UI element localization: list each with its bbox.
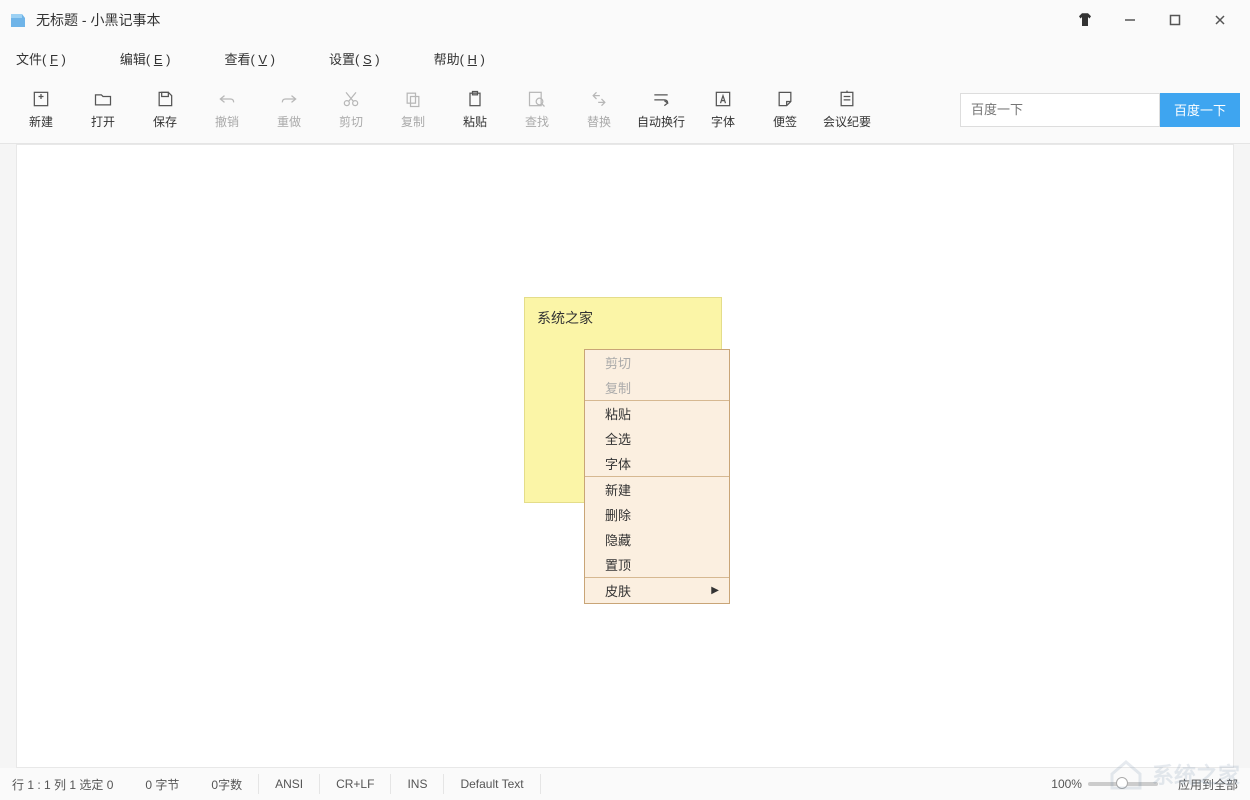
- meeting-button[interactable]: 会议纪要: [816, 81, 878, 139]
- context-menu: 剪切 复制 粘贴 全选 字体 新建 删除 隐藏 置顶 皮肤▶: [584, 349, 730, 604]
- ctx-copy: 复制: [585, 375, 729, 400]
- cut-label: 剪切: [339, 113, 363, 130]
- ctx-delete[interactable]: 删除: [585, 502, 729, 527]
- paste-label: 粘贴: [463, 113, 487, 130]
- minimize-button[interactable]: [1107, 0, 1152, 40]
- ctx-new[interactable]: 新建: [585, 477, 729, 502]
- ctx-pin[interactable]: 置顶: [585, 552, 729, 577]
- status-zoom: 100%: [1051, 777, 1082, 791]
- sticky-label: 便签: [773, 113, 797, 130]
- ctx-hide[interactable]: 隐藏: [585, 527, 729, 552]
- window-title: 无标题 - 小黑记事本: [36, 10, 160, 30]
- search-button[interactable]: 百度一下: [1160, 93, 1240, 127]
- menu-view[interactable]: 查看( V ): [216, 45, 283, 72]
- titlebar: 无标题 - 小黑记事本: [0, 0, 1250, 40]
- status-words: 0字数: [195, 774, 259, 794]
- save-button[interactable]: 保存: [134, 81, 196, 139]
- ctx-cut: 剪切: [585, 350, 729, 375]
- ctx-paste[interactable]: 粘贴: [585, 401, 729, 426]
- sticky-note-text: 系统之家: [525, 298, 721, 328]
- cut-button[interactable]: 剪切: [320, 81, 382, 139]
- app-icon: [8, 10, 28, 30]
- replace-button[interactable]: 替换: [568, 81, 630, 139]
- apply-all-button[interactable]: 应用到全部: [1178, 776, 1238, 793]
- status-bytes: 0 字节: [129, 774, 195, 794]
- chevron-right-icon: ▶: [711, 585, 719, 596]
- save-label: 保存: [153, 113, 177, 130]
- sticky-button[interactable]: 便签: [754, 81, 816, 139]
- menu-help[interactable]: 帮助( H ): [426, 45, 493, 72]
- meeting-label: 会议纪要: [823, 113, 871, 130]
- zoom-thumb[interactable]: [1116, 777, 1128, 789]
- menu-file[interactable]: 文件( F ): [8, 45, 74, 72]
- font-button[interactable]: 字体: [692, 81, 754, 139]
- copy-button[interactable]: 复制: [382, 81, 444, 139]
- search-input[interactable]: [960, 93, 1160, 127]
- menubar: 文件( F ) 编辑( E ) 查看( V ) 设置( S ) 帮助( H ): [0, 40, 1250, 76]
- toolbar: 新建 打开 保存 撤销 重做 剪切 复制 粘贴 查找 替换 自动换行: [0, 76, 1250, 144]
- ctx-skin[interactable]: 皮肤▶: [585, 578, 729, 603]
- copy-label: 复制: [401, 113, 425, 130]
- new-label: 新建: [29, 113, 53, 130]
- font-label: 字体: [711, 113, 735, 130]
- menu-edit[interactable]: 编辑( E ): [112, 45, 179, 72]
- menu-settings[interactable]: 设置( S ): [321, 45, 388, 72]
- status-mode[interactable]: INS: [391, 774, 444, 794]
- ctx-font[interactable]: 字体: [585, 451, 729, 476]
- find-button[interactable]: 查找: [506, 81, 568, 139]
- redo-label: 重做: [277, 113, 301, 130]
- status-eol[interactable]: CR+LF: [320, 774, 391, 794]
- find-label: 查找: [525, 113, 549, 130]
- wrap-button[interactable]: 自动换行: [630, 81, 692, 139]
- zoom-slider[interactable]: [1088, 782, 1158, 786]
- theme-button[interactable]: [1062, 0, 1107, 40]
- new-button[interactable]: 新建: [10, 81, 72, 139]
- status-encoding[interactable]: ANSI: [259, 774, 320, 794]
- wrap-label: 自动换行: [637, 113, 685, 130]
- undo-button[interactable]: 撤销: [196, 81, 258, 139]
- undo-label: 撤销: [215, 113, 239, 130]
- close-button[interactable]: [1197, 0, 1242, 40]
- status-position: 行 1 : 1 列 1 选定 0: [12, 774, 129, 794]
- open-label: 打开: [91, 113, 115, 130]
- paste-button[interactable]: 粘贴: [444, 81, 506, 139]
- open-button[interactable]: 打开: [72, 81, 134, 139]
- redo-button[interactable]: 重做: [258, 81, 320, 139]
- statusbar: 行 1 : 1 列 1 选定 0 0 字节 0字数 ANSI CR+LF INS…: [0, 768, 1250, 800]
- status-type[interactable]: Default Text: [444, 774, 540, 794]
- ctx-select-all[interactable]: 全选: [585, 426, 729, 451]
- replace-label: 替换: [587, 113, 611, 130]
- maximize-button[interactable]: [1152, 0, 1197, 40]
